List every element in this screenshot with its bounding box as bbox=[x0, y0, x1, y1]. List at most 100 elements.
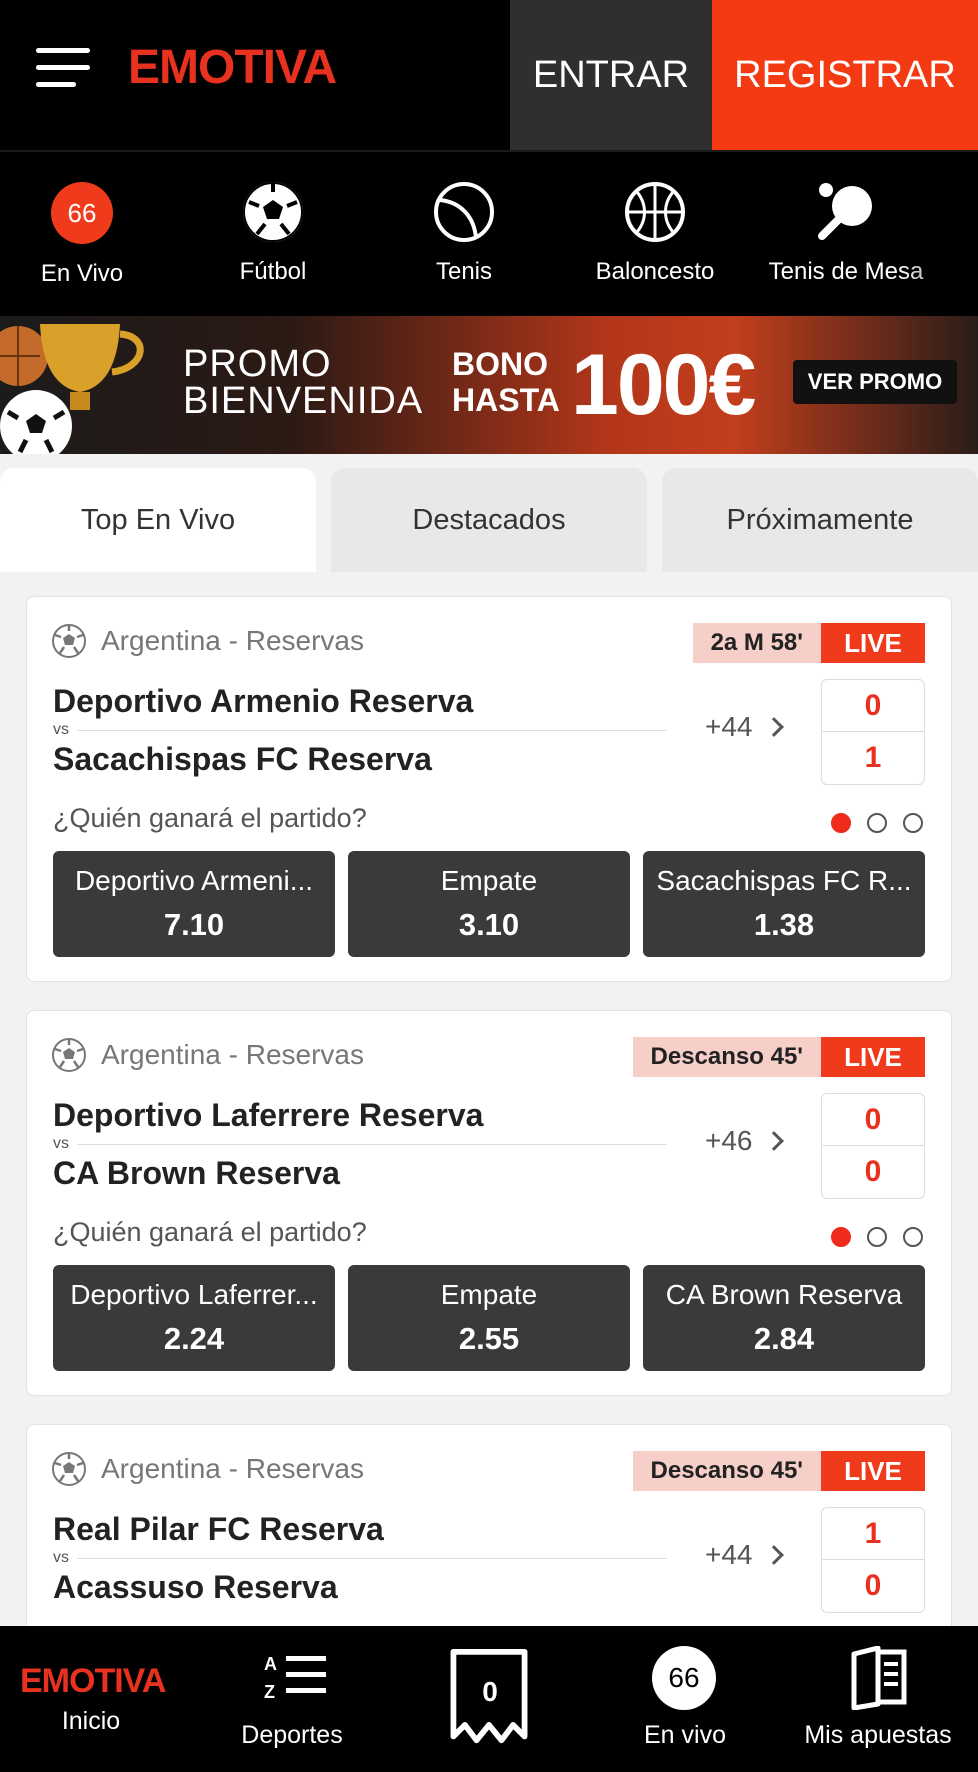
more-markets-link[interactable]: +46 bbox=[705, 1125, 784, 1157]
away-score: 0 bbox=[864, 1155, 882, 1188]
match-status: Descanso 45' LIVE bbox=[632, 1037, 925, 1077]
table-tennis-icon bbox=[814, 180, 878, 244]
promo-bono-text: BONO HASTA bbox=[452, 346, 560, 418]
chevron-right-icon bbox=[763, 1545, 784, 1565]
live-badge: LIVE bbox=[821, 623, 925, 663]
hamburger-menu-icon[interactable] bbox=[36, 48, 94, 88]
league-info: Argentina - Reservas bbox=[51, 623, 364, 659]
sport-item-tenis[interactable]: Tenis bbox=[369, 180, 559, 286]
sport-label: Tenis bbox=[435, 258, 493, 285]
nav-label: En vivo bbox=[644, 1721, 726, 1749]
match-time: Descanso 45' bbox=[632, 1037, 821, 1077]
my-bets-book-icon bbox=[851, 1646, 907, 1710]
match-status: Descanso 45' LIVE bbox=[632, 1451, 925, 1491]
away-team: Sacachispas FC Reserva bbox=[53, 741, 432, 777]
home-team: Deportivo Armenio Reserva bbox=[53, 683, 474, 719]
divider bbox=[77, 730, 667, 731]
home-score: 0 bbox=[822, 680, 924, 732]
tab-top-en-vivo[interactable]: Top En Vivo bbox=[0, 468, 316, 572]
match-time: 2a M 58' bbox=[692, 623, 821, 663]
match-time: Descanso 45' bbox=[632, 1451, 821, 1491]
more-markets-link[interactable]: +44 bbox=[705, 711, 784, 743]
away-team: Acassuso Reserva bbox=[53, 1569, 338, 1605]
brand-logo[interactable]: EMOTIVA bbox=[128, 40, 337, 95]
login-button[interactable]: ENTRAR bbox=[510, 0, 712, 150]
home-team: Deportivo Laferrere Reserva bbox=[53, 1097, 484, 1133]
sport-item-baloncesto[interactable]: Baloncesto bbox=[560, 180, 750, 286]
odds-button-draw[interactable]: Empate 3.10 bbox=[348, 851, 630, 957]
scroll-fade bbox=[898, 152, 978, 318]
match-status: 2a M 58' LIVE bbox=[692, 623, 925, 663]
vs-label: vs bbox=[53, 1135, 69, 1152]
nav-label: Deportes bbox=[241, 1721, 343, 1749]
league-name: Argentina - Reservas bbox=[101, 1453, 365, 1484]
scoreboard: 0 1 bbox=[821, 679, 925, 785]
nav-label: Inicio bbox=[61, 1707, 121, 1735]
promo-amount: 100€ bbox=[571, 337, 756, 433]
svg-text:Z: Z bbox=[264, 1682, 275, 1702]
market-question: ¿Quién ganará el partido? bbox=[53, 1217, 367, 1247]
brand-logo: EMOTIVA bbox=[20, 1662, 166, 1700]
vs-label: vs bbox=[53, 1549, 69, 1566]
scoreboard: 0 0 bbox=[821, 1093, 925, 1199]
more-markets-link[interactable]: +44 bbox=[705, 1539, 784, 1571]
sport-item-en-vivo[interactable]: 66 En Vivo bbox=[0, 180, 177, 288]
trophy-balls-image bbox=[0, 320, 150, 454]
league-name: Argentina - Reservas bbox=[101, 625, 365, 656]
league-info: Argentina - Reservas bbox=[51, 1451, 364, 1487]
live-badge: LIVE bbox=[821, 1037, 925, 1077]
svg-text:A: A bbox=[264, 1654, 277, 1674]
promo-banner[interactable]: PROMO BIENVENIDA BONO HASTA 100€ VER PRO… bbox=[0, 316, 978, 454]
away-team: CA Brown Reserva bbox=[53, 1155, 340, 1191]
tab-proximamente[interactable]: Próximamente bbox=[662, 468, 978, 572]
soccer-ball-icon bbox=[52, 1452, 86, 1486]
live-badge: LIVE bbox=[821, 1451, 925, 1491]
nav-inicio[interactable]: EMOTIVA Inicio bbox=[0, 1626, 190, 1772]
tab-destacados[interactable]: Destacados bbox=[331, 468, 647, 572]
soccer-ball-icon bbox=[241, 180, 305, 244]
soccer-ball-icon bbox=[52, 1038, 86, 1072]
nav-mis-apuestas[interactable]: Mis apuestas bbox=[790, 1626, 966, 1772]
nav-bet-slip[interactable]: 0 bbox=[420, 1626, 560, 1772]
az-list-icon: A Z bbox=[264, 1654, 326, 1702]
vs-label: vs bbox=[53, 721, 69, 738]
match-card[interactable]: Argentina - Reservas 2a M 58' LIVE Depor… bbox=[26, 596, 952, 982]
soccer-ball-icon bbox=[52, 624, 86, 658]
away-score: 0 bbox=[864, 1569, 882, 1602]
divider bbox=[77, 1144, 667, 1145]
odds-button-away[interactable]: Sacachispas FC R... 1.38 bbox=[643, 851, 925, 957]
sport-label: En Vivo bbox=[40, 260, 124, 287]
market-question: ¿Quién ganará el partido? bbox=[53, 803, 367, 833]
match-tabs: Top En Vivo Destacados Próximamente bbox=[0, 454, 978, 572]
league-name: Argentina - Reservas bbox=[101, 1039, 365, 1070]
chevron-right-icon bbox=[763, 717, 784, 737]
bet-slip-count: 0 bbox=[482, 1676, 498, 1707]
market-pager[interactable] bbox=[831, 1227, 923, 1247]
odds-button-home[interactable]: Deportivo Armeni... 7.10 bbox=[53, 851, 335, 957]
sport-label: Baloncesto bbox=[595, 258, 715, 285]
odds-button-home[interactable]: Deportivo Laferrer... 2.24 bbox=[53, 1265, 335, 1371]
odds-row: Deportivo Armeni... 7.10 Empate 3.10 Sacac… bbox=[53, 851, 925, 957]
market-pager[interactable] bbox=[831, 813, 923, 833]
match-card[interactable]: Argentina - Reservas Descanso 45' LIVE D… bbox=[26, 1010, 952, 1396]
register-button[interactable]: REGISTRAR bbox=[712, 0, 978, 150]
sport-item-futbol[interactable]: Fútbol bbox=[178, 180, 368, 286]
promo-title: PROMO BIENVENIDA bbox=[183, 343, 424, 422]
sport-label: Fútbol bbox=[239, 258, 307, 285]
nav-en-vivo[interactable]: 66 En vivo bbox=[600, 1626, 770, 1772]
scoreboard: 1 0 bbox=[821, 1507, 925, 1613]
chevron-right-icon bbox=[763, 1131, 784, 1151]
divider bbox=[77, 1558, 667, 1559]
live-count-badge: 66 bbox=[652, 1646, 716, 1710]
tennis-ball-icon bbox=[432, 180, 496, 244]
odds-button-away[interactable]: CA Brown Reserva 2.84 bbox=[643, 1265, 925, 1371]
odds-button-draw[interactable]: Empate 2.55 bbox=[348, 1265, 630, 1371]
odds-row: Deportivo Laferrer... 2.24 Empate 2.55 CA … bbox=[53, 1265, 925, 1371]
nav-deportes[interactable]: A Z Deportes bbox=[212, 1626, 372, 1772]
nav-label: Mis apuestas bbox=[804, 1721, 952, 1749]
see-promo-button[interactable]: VER PROMO bbox=[793, 360, 957, 404]
sports-nav: 66 En Vivo Fútbol Tenis Baloncesto Tenis… bbox=[0, 150, 978, 318]
home-score: 0 bbox=[822, 1094, 924, 1146]
away-score: 1 bbox=[864, 741, 882, 774]
home-score: 1 bbox=[822, 1508, 924, 1560]
